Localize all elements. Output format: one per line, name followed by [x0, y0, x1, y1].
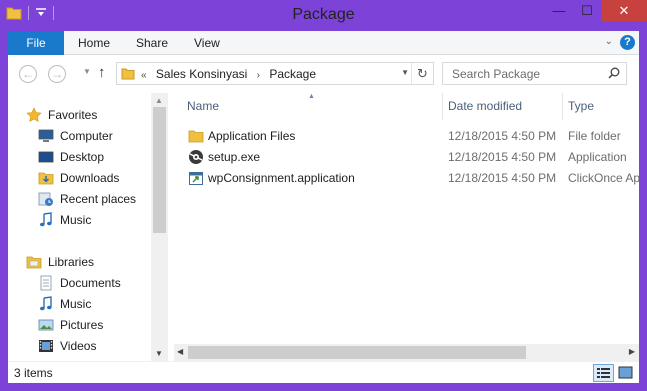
file-row[interactable]: setup.exe 12/18/2015 4:50 PM Application [174, 147, 639, 168]
large-icons-view-icon [618, 366, 633, 379]
nav-desktop-label: Desktop [60, 149, 105, 164]
column-header-name[interactable]: Name [187, 93, 219, 120]
file-row[interactable]: Application Files 12/18/2015 4:50 PM Fil… [174, 126, 639, 147]
music-icon [40, 295, 52, 310]
nav-music-label: Music [60, 212, 92, 227]
music-icon [40, 211, 52, 226]
desktop-icon [38, 151, 54, 162]
file-type: Application [568, 150, 627, 164]
pictures-icon [38, 319, 54, 330]
breadcrumb-sales-konsinyasi[interactable]: Sales Konsinyasi [156, 67, 247, 81]
search-box[interactable] [442, 62, 627, 85]
close-button[interactable]: ✕ [601, 0, 647, 21]
file-name: Application Files [208, 129, 296, 143]
maximize-icon: ☐ [581, 2, 593, 18]
tab-share[interactable]: Share [136, 31, 168, 55]
refresh-icon[interactable]: ↻ [411, 63, 433, 84]
nav-favorites-label: Favorites [48, 107, 98, 122]
address-dropdown-icon[interactable]: ▼ [401, 68, 409, 77]
folder-icon [188, 130, 204, 143]
file-date: 12/18/2015 4:50 PM [448, 150, 557, 164]
file-list: ▲ Name Date modified Type Application Fi… [174, 93, 639, 361]
documents-icon [40, 275, 52, 290]
nav-pane-scrollbar[interactable]: ▲ ▼ [151, 93, 168, 361]
horizontal-scrollbar[interactable]: ◀ ▶ [174, 344, 639, 361]
back-button[interactable]: ← [19, 65, 37, 83]
large-icons-view-button[interactable] [615, 364, 636, 382]
nav-videos-label: Videos [60, 338, 97, 353]
breadcrumb-package[interactable]: Package [269, 67, 316, 81]
tab-file[interactable]: File [8, 31, 64, 55]
tab-view[interactable]: View [194, 31, 220, 55]
details-view-icon [597, 368, 610, 378]
star-icon [26, 106, 42, 122]
minimize-button[interactable]: — [545, 0, 573, 21]
up-one-level-icon[interactable]: ↑ [98, 64, 106, 81]
close-icon: ✕ [618, 2, 630, 18]
sort-ascending-icon: ▲ [308, 93, 315, 100]
scrollbar-thumb[interactable] [153, 107, 166, 233]
column-header-type[interactable]: Type [568, 93, 594, 120]
expand-ribbon-icon[interactable]: ⌄ [605, 36, 613, 47]
help-icon[interactable]: ? [620, 35, 635, 50]
status-bar: 3 items [8, 361, 639, 383]
nav-libraries-label: Libraries [48, 254, 95, 269]
downloads-icon [38, 172, 54, 184]
videos-icon [39, 339, 53, 352]
tab-home[interactable]: Home [78, 31, 110, 55]
search-input[interactable] [443, 63, 603, 84]
search-icon[interactable] [608, 67, 620, 79]
file-name: wpConsignment.application [208, 171, 355, 185]
libraries-icon [26, 256, 42, 268]
setup-exe-icon [189, 150, 203, 164]
scrollbar-thumb[interactable] [188, 346, 526, 359]
window-controls: — ☐ ✕ [545, 0, 647, 21]
forward-arrow-icon: → [51, 67, 63, 81]
nav-favorites[interactable]: Favorites [26, 104, 171, 125]
clickonce-icon [189, 172, 203, 185]
maximize-button[interactable]: ☐ [573, 0, 601, 21]
file-name: setup.exe [208, 150, 261, 164]
breadcrumb: « Sales Konsinyasi › Package [141, 67, 322, 81]
minimize-icon: — [552, 3, 566, 18]
recent-places-icon [38, 192, 53, 206]
file-row[interactable]: wpConsignment.application 12/18/2015 4:5… [174, 168, 639, 189]
file-type: File folder [568, 129, 621, 143]
breadcrumb-overflow[interactable]: « [141, 70, 147, 81]
back-arrow-icon: ← [22, 67, 34, 81]
file-date: 12/18/2015 4:50 PM [448, 171, 557, 185]
nav-libraries[interactable]: Libraries [26, 251, 171, 272]
nav-recent-places-label: Recent places [60, 191, 137, 206]
column-divider[interactable] [562, 93, 563, 120]
forward-button[interactable]: → [48, 65, 66, 83]
nav-pictures-label: Pictures [60, 317, 104, 332]
scroll-left-icon[interactable]: ◀ [177, 347, 183, 356]
main-area: Favorites Computer Desktop Downloads Rec… [8, 93, 639, 361]
ribbon-tabs: File Home Share View ⌄ ? [8, 31, 639, 55]
address-bar[interactable]: « Sales Konsinyasi › Package ▼ ↻ [116, 62, 434, 85]
nav-library-music-label: Music [60, 296, 92, 311]
breadcrumb-separator[interactable]: › [257, 70, 260, 81]
nav-computer-label: Computer [60, 128, 113, 143]
file-type: ClickOnce Ap [568, 171, 639, 185]
column-header-date-modified[interactable]: Date modified [448, 93, 522, 120]
nav-documents-label: Documents [60, 275, 121, 290]
explorer-window: Package — ☐ ✕ File Home Share View ⌄ ? ←… [0, 0, 647, 391]
scroll-right-icon[interactable]: ▶ [629, 347, 635, 356]
file-date: 12/18/2015 4:50 PM [448, 129, 557, 143]
column-divider[interactable] [442, 93, 443, 120]
item-count: 3 items [14, 366, 53, 380]
folder-icon [121, 68, 135, 80]
computer-icon [38, 129, 54, 142]
recent-locations-dropdown-icon[interactable]: ▼ [83, 67, 91, 76]
scroll-down-icon[interactable]: ▼ [155, 349, 163, 358]
navigation-bar: ← → ▼ ↑ « Sales Konsinyasi › Package ▼ ↻ [8, 55, 639, 93]
scroll-up-icon[interactable]: ▲ [155, 96, 163, 105]
navigation-pane: Favorites Computer Desktop Downloads Rec… [8, 93, 168, 361]
nav-downloads-label: Downloads [60, 170, 120, 185]
details-view-button[interactable] [593, 364, 614, 382]
title-bar[interactable]: Package — ☐ ✕ [0, 0, 647, 31]
